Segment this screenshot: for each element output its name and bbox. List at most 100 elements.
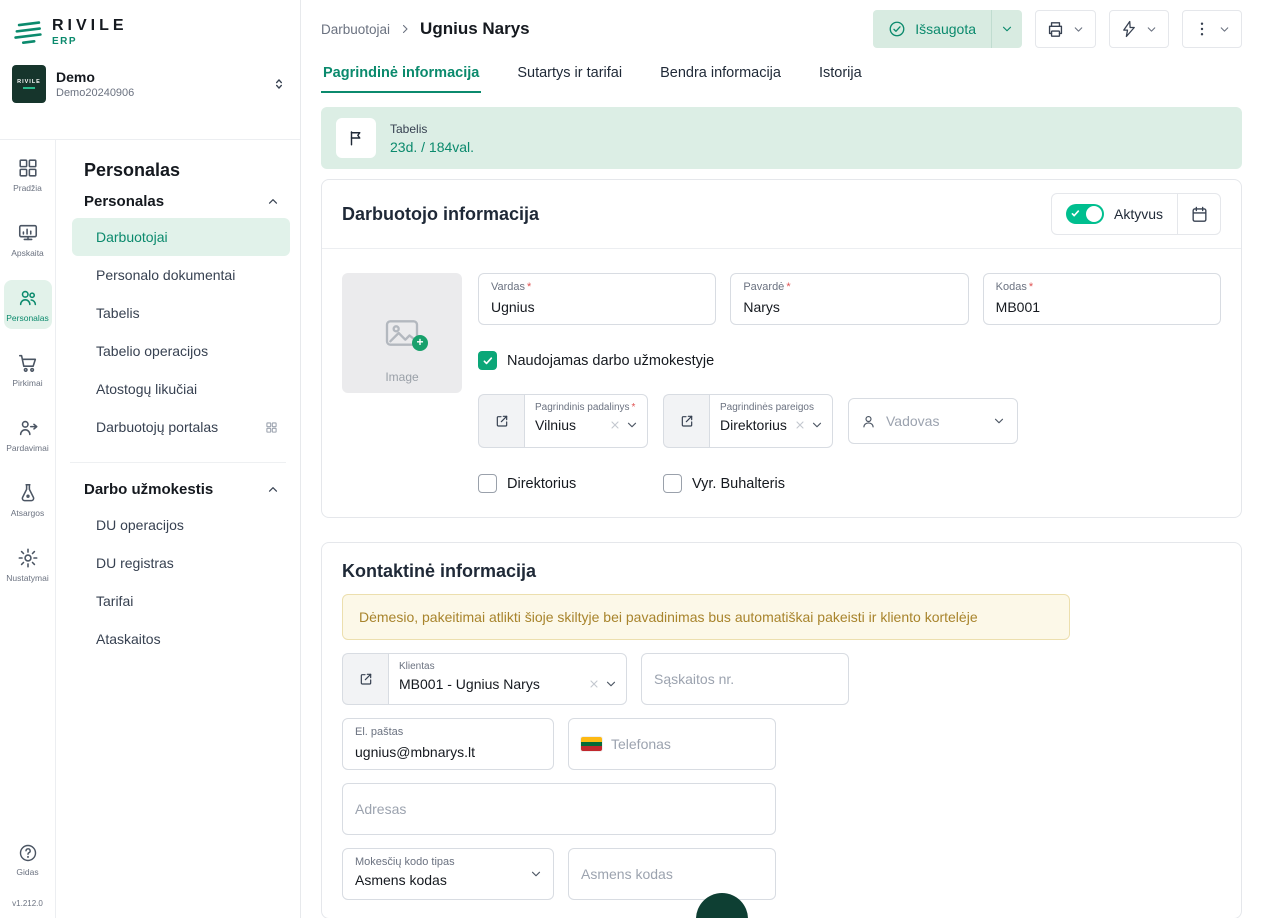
contact-row-4: Mokesčių kodo tipas Asmens kodas (342, 848, 1221, 900)
clear-icon[interactable] (588, 678, 600, 690)
direktorius-checkbox[interactable] (478, 474, 497, 493)
employee-header-controls: Aktyvus (1051, 193, 1221, 235)
direktorius-checkbox-row[interactable]: Direktorius (478, 474, 663, 493)
kodas-input[interactable] (996, 297, 1208, 317)
lightning-icon (1120, 20, 1138, 38)
chevron-down-icon (529, 867, 543, 881)
tab-pagrindine-informacija[interactable]: Pagrindinė informacija (321, 56, 481, 93)
rail-label: Nustatymai (6, 573, 49, 583)
saskaitos-input[interactable] (654, 669, 836, 689)
unfold-more-icon[interactable] (272, 76, 286, 92)
rail-label: Pardavimai (6, 443, 49, 453)
chevron-down-icon (1218, 23, 1231, 36)
saved-main[interactable]: Išsaugota (873, 10, 991, 48)
section-darbo-uzmokestis[interactable]: Darbo užmokestis (56, 471, 300, 506)
rail-item-apskaita[interactable]: Apskaita (4, 215, 52, 264)
printer-icon (1046, 20, 1065, 39)
rivile-logo-icon (13, 18, 43, 46)
vardas-input[interactable] (491, 297, 703, 317)
rail-label: Pradžia (13, 183, 42, 193)
adresas-input[interactable] (355, 799, 763, 819)
workspace-name: Demo (56, 69, 134, 85)
chevron-down-icon[interactable] (604, 677, 618, 691)
vyr-buhalteris-checkbox[interactable] (663, 474, 682, 493)
padalinys-open-button[interactable] (478, 394, 524, 448)
employee-card: Darbuotojo informacija Aktyvus (321, 179, 1242, 518)
guide-button[interactable]: Gidas (4, 836, 52, 883)
rail-item-atsargos[interactable]: Atsargos (4, 475, 52, 524)
workspace-avatar-bar (23, 87, 35, 89)
grid-icon (265, 421, 278, 434)
rail-item-nustatymai[interactable]: Nustatymai (4, 540, 52, 589)
pareigos-open-button[interactable] (663, 394, 709, 448)
active-toggle[interactable]: Aktyvus (1052, 204, 1177, 224)
pastas-input[interactable] (355, 742, 541, 762)
chevron-down-icon[interactable] (992, 414, 1006, 428)
tab-istorija[interactable]: Istorija (817, 56, 864, 93)
warning-banner: Dėmesio, pakeitimai atlikti šioje skilty… (342, 594, 1070, 640)
clear-icon[interactable] (794, 419, 806, 431)
check-circle-icon (888, 20, 906, 38)
klientas-open-button[interactable] (342, 653, 388, 705)
section-label: Personalas (84, 193, 164, 210)
vyr-buhalteris-checkbox-row[interactable]: Vyr. Buhalteris (663, 474, 785, 493)
required-mark: * (632, 401, 636, 414)
klientas-input[interactable] (399, 674, 584, 694)
sidebar-item-ataskaitos[interactable]: Ataskaitos (72, 620, 290, 658)
sidebar-item-personalo-dokumentai[interactable]: Personalo dokumentai (72, 256, 290, 294)
sidebar-item-du-registras[interactable]: DU registras (72, 544, 290, 582)
rail-item-pradzia[interactable]: Pradžia (4, 150, 52, 199)
breadcrumb-item-darbuotojai[interactable]: Darbuotojai (321, 22, 390, 37)
chevron-down-icon[interactable] (810, 418, 824, 432)
vadovas-select[interactable] (848, 398, 1018, 444)
padalinys-field: Pagrindinis padalinys* (524, 394, 648, 448)
contact-row-2: El. paštas (342, 718, 1221, 770)
sidebar-item-du-operacijos[interactable]: DU operacijos (72, 506, 290, 544)
sidebar-item-darbuotoju-portalas[interactable]: Darbuotojų portalas (72, 408, 290, 446)
rail-item-pardavimai[interactable]: Pardavimai (4, 410, 52, 459)
quick-actions-button[interactable] (1109, 10, 1169, 48)
sidebar-item-tabelio-operacijos[interactable]: Tabelio operacijos (72, 332, 290, 370)
pareigos-input[interactable] (720, 415, 790, 435)
tab-bendra-informacija[interactable]: Bendra informacija (658, 56, 783, 93)
help-icon (18, 843, 38, 863)
image-upload[interactable]: + Image (342, 273, 462, 393)
sidebar-item-label: Personalo dokumentai (96, 267, 235, 283)
sidebar-item-darbuotojai[interactable]: Darbuotojai (72, 218, 290, 256)
calendar-button[interactable] (1178, 194, 1220, 234)
saved-caret[interactable] (992, 10, 1022, 48)
pareigos-label: Pagrindinės pareigos (720, 401, 814, 414)
padalinys-combo: Pagrindinis padalinys* (478, 394, 648, 448)
add-photo-badge[interactable]: + (412, 335, 428, 351)
contact-row-1: Klientas (342, 653, 1221, 705)
rail-item-pirkimai[interactable]: Pirkimai (4, 345, 52, 394)
accounting-icon (17, 222, 39, 244)
required-mark: * (786, 281, 790, 294)
payroll-checkbox[interactable] (478, 351, 497, 370)
pavarde-input[interactable] (743, 297, 955, 317)
more-menu-button[interactable] (1182, 10, 1242, 48)
sidebar-item-tarifai[interactable]: Tarifai (72, 582, 290, 620)
workspace-selector[interactable]: RIVILE Demo Demo20240906 (0, 65, 300, 103)
sidebar-item-tabelis[interactable]: Tabelis (72, 294, 290, 332)
tab-sutartys-ir-tarifai[interactable]: Sutartys ir tarifai (515, 56, 624, 93)
padalinys-input[interactable] (535, 415, 605, 435)
print-button[interactable] (1035, 10, 1096, 48)
mokesciu-tipas-select[interactable]: Mokesčių kodo tipas Asmens kodas (342, 848, 554, 900)
saved-status-button[interactable]: Išsaugota (873, 10, 1022, 48)
toggle-switch[interactable] (1066, 204, 1104, 224)
telefonas-input[interactable] (611, 734, 763, 754)
tabelis-link[interactable]: 23d. / 184val. (390, 139, 474, 155)
employee-card-header: Darbuotojo informacija Aktyvus (322, 180, 1241, 249)
pastas-field: El. paštas (342, 718, 554, 770)
rail-item-personalas[interactable]: Personalas (4, 280, 52, 329)
payroll-checkbox-row[interactable]: Naudojamas darbo užmokestyje (478, 351, 1221, 370)
section-personalas[interactable]: Personalas (56, 183, 300, 218)
chevron-down-icon[interactable] (625, 418, 639, 432)
vadovas-input[interactable] (886, 411, 983, 431)
sidebar-item-atostogu-likuciai[interactable]: Atostogų likučiai (72, 370, 290, 408)
clear-icon[interactable] (609, 419, 621, 431)
asmens-kodas-input[interactable] (581, 864, 763, 884)
sidebar-menu: Personalas Personalas Darbuotojai Person… (56, 140, 300, 918)
rail-label: Atsargos (11, 508, 45, 518)
